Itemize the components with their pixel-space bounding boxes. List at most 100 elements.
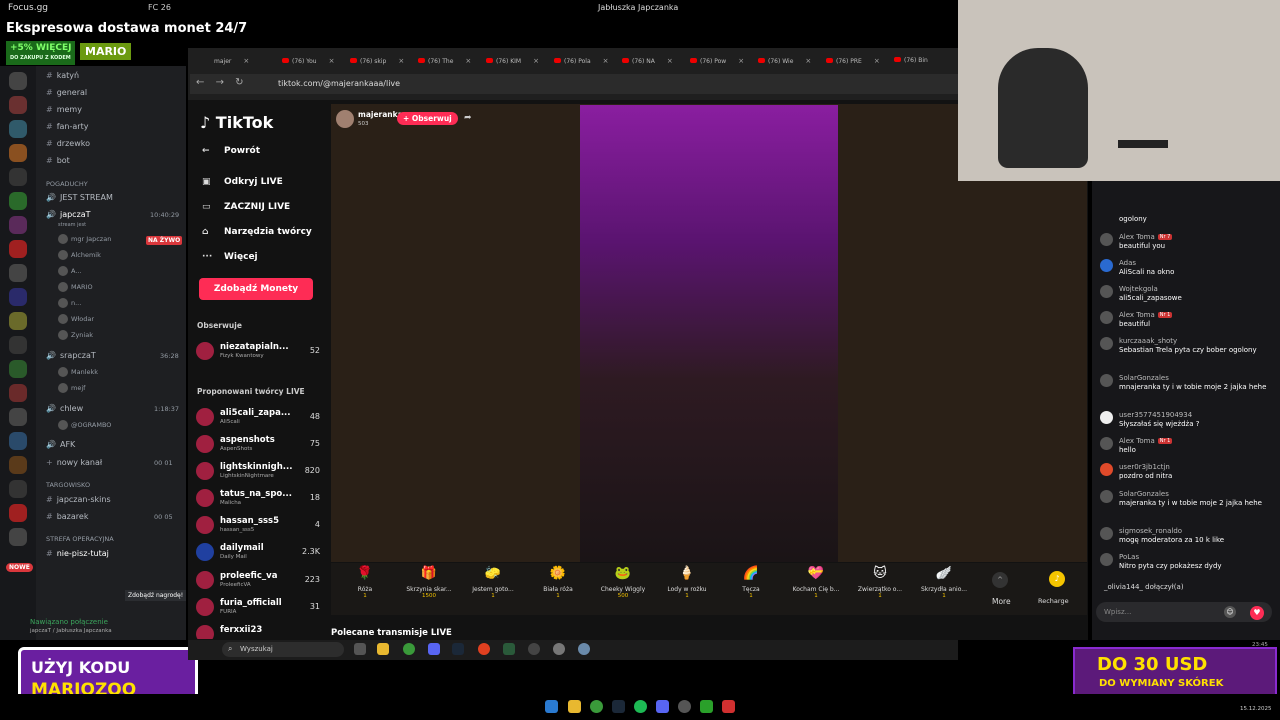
chat-user[interactable]: Alex Toma Nr 7 <box>1119 233 1173 241</box>
gift-item[interactable]: 🧽 Jestem goto... 1 <box>463 566 523 599</box>
avatar[interactable] <box>1100 527 1113 540</box>
close-icon[interactable]: × <box>874 57 880 65</box>
server-icon[interactable] <box>9 408 27 426</box>
avatar[interactable] <box>1100 233 1113 246</box>
avatar[interactable] <box>1100 259 1113 272</box>
back-icon[interactable]: ← <box>196 77 204 88</box>
voice-afk[interactable]: 🔊 AFK <box>46 440 75 449</box>
suggested-creator[interactable]: tatus_na_spo... Malicha 18 <box>196 489 320 511</box>
chat-user[interactable]: user0r3jb1ctjn <box>1119 463 1170 471</box>
server-icon[interactable] <box>9 72 27 90</box>
windows-start-icon[interactable] <box>545 700 558 713</box>
chat-input[interactable]: Wpisz... <box>1096 602 1272 622</box>
gift-item[interactable]: 🎁 Skrzynia skar... 1500 <box>399 566 459 599</box>
server-icon[interactable] <box>9 384 27 402</box>
more-gifts-button[interactable]: More <box>992 597 1011 606</box>
close-icon[interactable]: × <box>667 57 673 65</box>
suggested-creator[interactable]: aspenshots AspenShots 75 <box>196 435 320 457</box>
avatar[interactable] <box>1100 437 1113 450</box>
gift-item[interactable]: 🐸 Cheeky Wiggly 500 <box>593 566 653 599</box>
live-video[interactable] <box>580 105 838 562</box>
tab[interactable]: (76) Wie × <box>758 52 811 68</box>
chat-user[interactable]: SolarGonzales <box>1119 374 1169 382</box>
suggested-creator[interactable]: ferxxii23 <box>196 625 320 639</box>
folder-icon[interactable] <box>377 643 389 655</box>
voice-japczat[interactable]: 🔊 japczaT <box>46 210 91 219</box>
suggested-creator[interactable]: lightskinnigh... LightskinNightmare 820 <box>196 462 320 484</box>
avatar[interactable] <box>1100 311 1113 324</box>
avatar[interactable] <box>336 110 354 128</box>
channel-fan-arty[interactable]: # fan-arty <box>46 122 88 131</box>
gift-item[interactable]: 🐱 Zwierzątko o... 1 <box>850 566 910 599</box>
server-icon[interactable] <box>9 504 27 522</box>
server-icon[interactable] <box>9 120 27 138</box>
server-icon[interactable] <box>9 264 27 282</box>
channel-japczan-skins[interactable]: # japczan-skins <box>46 495 111 504</box>
share-icon[interactable]: ➦ <box>464 113 472 123</box>
tiktok-logo[interactable]: ♪ TikTok <box>200 113 273 132</box>
nav-discover-live[interactable]: ▣ Odkryj LIVE <box>202 177 283 187</box>
avatar[interactable] <box>1100 490 1113 503</box>
server-icon[interactable] <box>9 432 27 450</box>
reward-button[interactable]: Zdobądź nagrodę! <box>125 590 187 601</box>
follow-button[interactable]: + Obserwuj <box>397 112 458 125</box>
nav-creator-tools[interactable]: ⌂ Narzędzia twórcy <box>202 227 312 237</box>
avatar[interactable] <box>1100 553 1113 566</box>
steam-icon[interactable] <box>452 643 464 655</box>
url-text[interactable]: tiktok.com/@majerankaaa/live <box>278 79 400 88</box>
server-icon[interactable] <box>9 192 27 210</box>
channel-memy[interactable]: # memy <box>46 105 82 114</box>
voice-user[interactable]: A... <box>58 266 82 276</box>
avatar[interactable] <box>1100 411 1113 424</box>
server-icon[interactable] <box>9 144 27 162</box>
app-icon[interactable] <box>503 643 515 655</box>
tab[interactable]: (76) Pow × <box>690 52 744 68</box>
tab[interactable]: (76) Pola × <box>554 52 609 68</box>
taskbar-search[interactable]: Wyszukaj ⌕ <box>222 642 344 657</box>
voice-jest-stream[interactable]: 🔊 JEST STREAM <box>46 193 113 202</box>
tab[interactable]: (76) The × <box>418 52 471 68</box>
server-icon[interactable] <box>9 528 27 546</box>
server-icon[interactable] <box>9 288 27 306</box>
chat-user[interactable]: user3577451904934 <box>1119 411 1192 419</box>
tab[interactable]: (76) skip × <box>350 52 404 68</box>
gift-item[interactable]: 🌹 Róża 1 <box>335 566 395 599</box>
suggested-creator[interactable]: dailymail Daily Mail 2.3K <box>196 543 320 565</box>
voice-chlew[interactable]: 🔊 chlew <box>46 404 83 413</box>
voice-user[interactable]: Włodar <box>58 314 94 324</box>
tab[interactable]: (76) Bin <box>894 52 928 68</box>
chrome-icon[interactable] <box>403 643 415 655</box>
tab[interactable]: (76) KIM × <box>486 52 539 68</box>
close-icon[interactable]: × <box>398 57 404 65</box>
close-icon[interactable]: × <box>738 57 744 65</box>
chat-user[interactable]: sigmosek_ronaldo <box>1119 527 1182 535</box>
tab[interactable]: majer × <box>214 52 249 68</box>
forward-icon[interactable]: → <box>216 77 224 88</box>
shield-icon[interactable] <box>722 700 735 713</box>
suggested-creator[interactable]: proleefic_va ProleeficVA 223 <box>196 571 320 593</box>
nav-start-live[interactable]: ▭ ZACZNIJ LIVE <box>202 202 290 212</box>
chat-user[interactable]: Alex Toma Nr 1 <box>1119 311 1173 319</box>
voice-user[interactable]: mejf <box>58 383 85 393</box>
recharge-button[interactable]: Recharge <box>1038 597 1069 605</box>
server-icon[interactable] <box>9 312 27 330</box>
chat-user[interactable]: SolarGonzales <box>1119 490 1169 498</box>
gift-item[interactable]: 🌈 Tęcza 1 <box>721 566 781 599</box>
avatar[interactable] <box>1100 374 1113 387</box>
settings-icon[interactable] <box>553 643 565 655</box>
suggested-creator[interactable]: ali5cali_zapa... Ali5cali 48 <box>196 408 320 430</box>
app-icon[interactable] <box>678 700 691 713</box>
server-icon[interactable] <box>9 216 27 234</box>
channel-nie-pisz-tutaj[interactable]: # nie-pisz-tutaj <box>46 549 109 558</box>
avatar[interactable] <box>1100 463 1113 476</box>
channel-general[interactable]: # general <box>46 88 87 97</box>
nav-back[interactable]: ← Powrót <box>202 146 260 156</box>
voice-user[interactable]: MARIO <box>58 282 93 292</box>
chevron-up-icon[interactable]: ^ <box>992 572 1008 588</box>
app-icon[interactable] <box>528 643 540 655</box>
avatar[interactable] <box>1100 285 1113 298</box>
voice-user[interactable]: mgr Japczan <box>58 234 111 244</box>
reload-icon[interactable]: ↻ <box>235 77 243 88</box>
followed-creator[interactable]: niezatapialn... Fizyk Kwantowy 52 <box>196 342 320 364</box>
voice-user[interactable]: Manlekk <box>58 367 98 377</box>
